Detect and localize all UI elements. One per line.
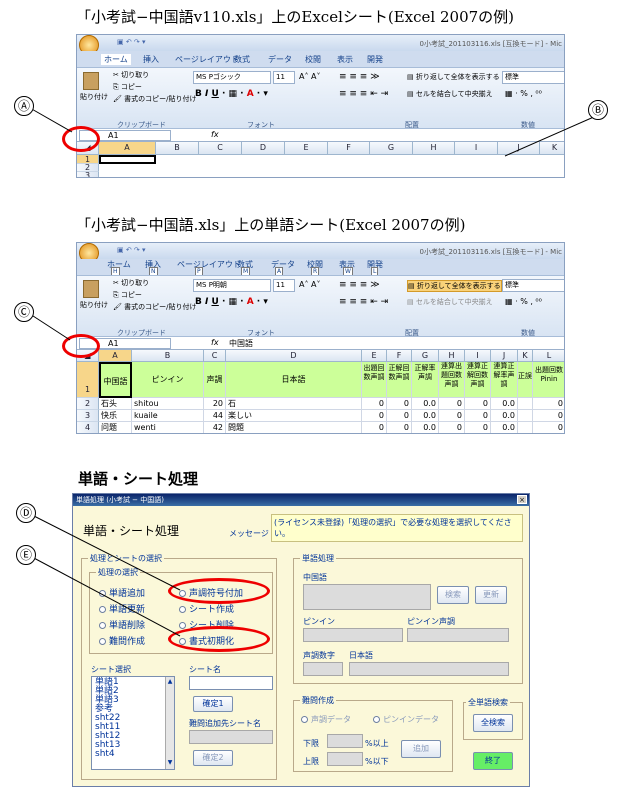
- callout-line-c: [29, 313, 71, 341]
- callout-line-e: [31, 556, 181, 637]
- label-e: Ⓔ: [16, 545, 36, 565]
- label-a: Ⓐ: [14, 96, 34, 116]
- callout-lines: [29, 107, 597, 637]
- label-c: Ⓒ: [14, 302, 34, 322]
- callout-line-b: [504, 115, 597, 157]
- callout-line-a: [29, 107, 73, 133]
- label-d: Ⓓ: [16, 503, 36, 523]
- label-b: Ⓑ: [588, 100, 608, 120]
- callout-line-d: [31, 514, 181, 591]
